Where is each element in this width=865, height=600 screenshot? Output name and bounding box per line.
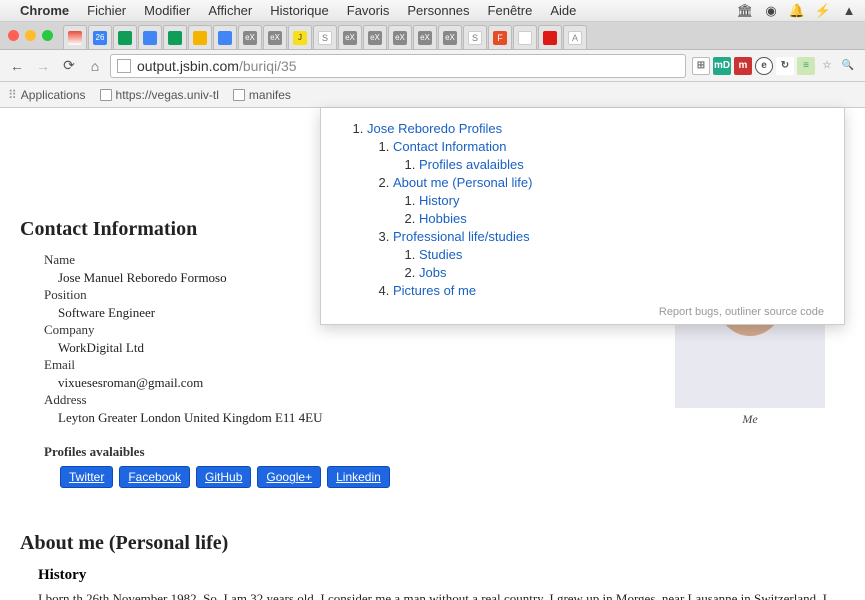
home-button[interactable]: ⌂ (84, 55, 106, 77)
menu-personnes[interactable]: Personnes (407, 3, 469, 18)
url-host: output.jsbin.com (137, 58, 239, 74)
close-window-button[interactable] (8, 30, 19, 41)
browser-tab[interactable] (113, 25, 137, 49)
back-button[interactable]: ← (6, 55, 28, 77)
window-controls (8, 30, 53, 41)
outline-link-about[interactable]: About me (Personal life) (393, 175, 532, 190)
bookmark-star-icon[interactable]: ☆ (818, 57, 836, 75)
browser-tab[interactable] (538, 25, 562, 49)
outline-link-pictures[interactable]: Pictures of me (393, 283, 476, 298)
browser-tab[interactable] (188, 25, 212, 49)
browser-tab[interactable] (138, 25, 162, 49)
page-icon (117, 59, 131, 73)
zoom-window-button[interactable] (42, 30, 53, 41)
extension-icon[interactable]: ↻ (776, 57, 794, 75)
outline-link-root[interactable]: Jose Reboredo Profiles (367, 121, 502, 136)
outline-link-jobs[interactable]: Jobs (419, 265, 446, 280)
extension-icon[interactable]: mD (713, 57, 731, 75)
googleplus-link[interactable]: Google+ (257, 466, 321, 488)
about-heading: About me (Personal life) (20, 532, 845, 555)
address-bar[interactable]: output.jsbin.com/buriqi/35 (110, 54, 686, 78)
profiles-heading: Profiles avalaibles (44, 444, 845, 460)
github-link[interactable]: GitHub (196, 466, 251, 488)
apps-button[interactable]: ⠿Applications (8, 88, 86, 102)
menu-fenetre[interactable]: Fenêtre (488, 3, 533, 18)
extension-icon[interactable]: m (734, 57, 752, 75)
search-icon[interactable]: 🔍 (839, 57, 857, 75)
report-bugs-link[interactable]: Report bugs (659, 306, 719, 318)
browser-tab[interactable] (63, 25, 87, 49)
outline-link-hobbies[interactable]: Hobbies (419, 211, 467, 226)
url-path: /buriqi/35 (239, 58, 297, 74)
browser-tab[interactable]: eX (388, 25, 412, 49)
menubar-status-icons: 🏛 ◉ 🔔 ⚡ ▲ (737, 3, 857, 19)
twitter-link[interactable]: Twitter (60, 466, 113, 488)
browser-tab[interactable] (163, 25, 187, 49)
outline-link-history[interactable]: History (419, 193, 459, 208)
browser-tab[interactable]: S (463, 25, 487, 49)
photo-caption: Me (675, 412, 825, 427)
extension-icon[interactable]: e (755, 57, 773, 75)
bookmark-item[interactable]: manifes (233, 88, 291, 102)
history-text: I born th 26th November 1982. So, I am 3… (38, 590, 827, 600)
outline-footer: Report bugs, outliner source code (341, 306, 824, 318)
outline-link-contact[interactable]: Contact Information (393, 139, 506, 154)
browser-tab[interactable]: 26 (88, 25, 112, 49)
browser-tab[interactable]: eX (338, 25, 362, 49)
browser-tab[interactable]: eX (238, 25, 262, 49)
chrome-tab-strip: 26 eX eX J S eX eX eX eX eX S F A (0, 22, 865, 50)
bookmark-item[interactable]: https://vegas.univ-tl (100, 88, 219, 102)
browser-tab[interactable]: eX (413, 25, 437, 49)
menu-afficher[interactable]: Afficher (208, 3, 252, 18)
menu-modifier[interactable]: Modifier (144, 3, 190, 18)
notification-icon[interactable]: 🔔 (789, 3, 805, 19)
reload-button[interactable]: ⟳ (58, 55, 80, 77)
history-heading: History (38, 567, 845, 584)
browser-tab[interactable] (513, 25, 537, 49)
source-code-link[interactable]: outliner source code (725, 306, 824, 318)
extension-icons: ⊞ mD m e ↻ ≡ ☆ 🔍 (690, 57, 859, 75)
profile-links: Twitter Facebook GitHub Google+ Linkedin (60, 466, 845, 488)
browser-tab[interactable]: A (563, 25, 587, 49)
forward-button[interactable]: → (32, 55, 54, 77)
app-menu[interactable]: Chrome (20, 3, 69, 18)
menu-historique[interactable]: Historique (270, 3, 329, 18)
outline-link-studies[interactable]: Studies (419, 247, 462, 262)
chrome-toolbar: ← → ⟳ ⌂ output.jsbin.com/buriqi/35 ⊞ mD … (0, 50, 865, 82)
status-icon[interactable]: 🏛 (737, 3, 753, 19)
browser-tab[interactable]: J (288, 25, 312, 49)
browser-tab[interactable]: F (488, 25, 512, 49)
status-icon[interactable]: ⚡ (815, 3, 831, 19)
browser-tab[interactable]: S (313, 25, 337, 49)
bookmarks-bar: ⠿Applications https://vegas.univ-tl mani… (0, 82, 865, 108)
status-icon[interactable]: ◉ (763, 3, 779, 19)
browser-tab[interactable] (213, 25, 237, 49)
outline-link-professional[interactable]: Professional life/studies (393, 229, 530, 244)
outline-link-profiles[interactable]: Profiles avalaibles (419, 157, 524, 172)
menu-aide[interactable]: Aide (550, 3, 576, 18)
outline-dropdown: Jose Reboredo Profiles Contact Informati… (320, 108, 845, 325)
browser-tab[interactable]: eX (363, 25, 387, 49)
extension-icon[interactable]: ⊞ (692, 57, 710, 75)
facebook-link[interactable]: Facebook (119, 466, 190, 488)
outline-extension-icon[interactable]: ≡ (797, 57, 815, 75)
macos-menubar: Chrome Fichier Modifier Afficher Histori… (0, 0, 865, 22)
browser-tab[interactable]: eX (263, 25, 287, 49)
menu-favoris[interactable]: Favoris (347, 3, 390, 18)
browser-tab[interactable]: eX (438, 25, 462, 49)
linkedin-link[interactable]: Linkedin (327, 466, 390, 488)
status-icon[interactable]: ▲ (841, 3, 857, 19)
menu-fichier[interactable]: Fichier (87, 3, 126, 18)
minimize-window-button[interactable] (25, 30, 36, 41)
